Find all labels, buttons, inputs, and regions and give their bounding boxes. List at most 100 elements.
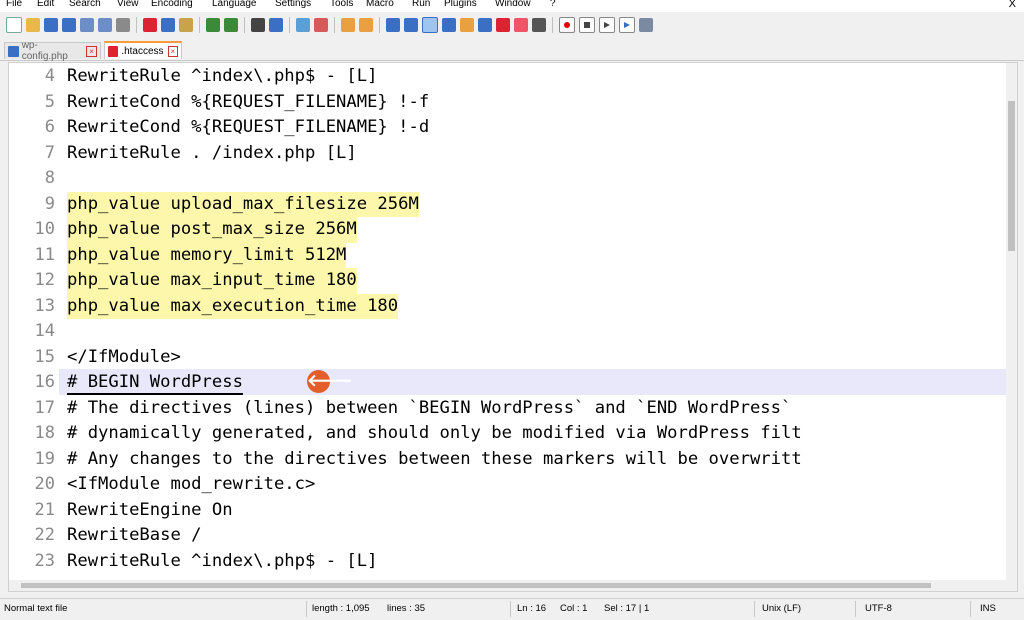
code-line[interactable]: RewriteRule ^index\.php$ - [L] — [67, 549, 377, 575]
new-file-icon[interactable] — [6, 17, 22, 33]
sync-horizontal-icon[interactable] — [359, 18, 373, 32]
menu-settings[interactable]: Settings — [275, 0, 311, 10]
zoom-out-icon[interactable] — [314, 18, 328, 32]
user-language-icon[interactable] — [442, 18, 456, 32]
line-number: 7 — [44, 142, 55, 163]
menu-file[interactable]: File — [6, 0, 22, 10]
line-number-gutter: 4 5 6 7 8 9 10 11 12 13 14 15 16 17 18 1… — [9, 63, 59, 591]
menu-encoding[interactable]: Encoding — [151, 0, 193, 10]
status-eol[interactable]: Unix (LF) — [762, 603, 801, 614]
folder-workspace-icon[interactable] — [496, 18, 510, 32]
menu-tools[interactable]: Tools — [330, 0, 353, 10]
status-lines: lines : 35 — [387, 603, 426, 614]
print-icon[interactable] — [116, 18, 130, 32]
close-all-icon[interactable] — [98, 18, 112, 32]
code-line-highlighted[interactable]: php_value max_input_time 180 — [67, 268, 357, 294]
save-all-icon[interactable] — [62, 18, 76, 32]
close-file-icon[interactable] — [80, 18, 94, 32]
code-line[interactable]: RewriteEngine On — [67, 498, 233, 524]
code-line[interactable]: RewriteBase / — [67, 523, 202, 549]
undo-icon[interactable] — [206, 18, 220, 32]
close-icon[interactable]: X — [1009, 0, 1016, 10]
close-tab-icon[interactable]: × — [86, 45, 97, 57]
line-number: 17 — [34, 397, 55, 418]
file-icon — [108, 45, 119, 57]
word-wrap-icon[interactable] — [386, 18, 400, 32]
status-line-number: Ln : 16 — [517, 603, 547, 614]
zoom-in-icon[interactable] — [296, 18, 310, 32]
tab-label: .htaccess — [121, 45, 164, 57]
line-number: 23 — [34, 550, 55, 571]
document-map-icon[interactable] — [460, 18, 474, 32]
cut-icon[interactable] — [143, 18, 157, 32]
code-line-highlighted[interactable]: php_value max_execution_time 180 — [67, 293, 399, 319]
code-line-highlighted[interactable]: php_value upload_max_filesize 256M — [67, 191, 419, 217]
code-line-highlighted[interactable]: php_value post_max_size 256M — [67, 217, 357, 243]
status-insert-mode[interactable]: INS — [980, 603, 996, 614]
scroll-thumb[interactable] — [21, 583, 931, 588]
find-icon[interactable] — [251, 18, 265, 32]
close-tab-icon[interactable]: × — [167, 45, 178, 57]
menu-run[interactable]: Run — [412, 0, 430, 10]
play-macro-icon[interactable] — [599, 17, 615, 33]
menu-plugins[interactable]: Plugins — [444, 0, 477, 10]
toolbar-separator — [289, 17, 290, 33]
code-line[interactable]: RewriteRule . /index.php [L] — [67, 141, 357, 167]
code-line[interactable]: # The directives (lines) between `BEGIN … — [67, 396, 791, 422]
tab-htaccess[interactable]: .htaccess × — [104, 41, 182, 59]
code-line[interactable]: RewriteCond %{REQUEST_FILENAME} !-f — [67, 90, 429, 116]
monitor-icon[interactable] — [532, 18, 546, 32]
save-icon[interactable] — [44, 18, 58, 32]
code-line[interactable]: </IfModule> — [67, 345, 181, 371]
open-file-icon[interactable] — [26, 18, 40, 32]
status-divider — [754, 601, 755, 617]
line-number: 4 — [44, 66, 55, 86]
menu-window[interactable]: Window — [495, 0, 531, 10]
menu-view[interactable]: View — [117, 0, 139, 10]
status-divider — [306, 601, 307, 617]
stop-record-icon[interactable] — [579, 17, 595, 33]
code-line-highlighted[interactable]: php_value memory_limit 512M — [67, 242, 347, 268]
line-number: 9 — [44, 193, 55, 214]
paste-icon[interactable] — [179, 18, 193, 32]
run-macro-multiple-icon[interactable] — [619, 17, 635, 33]
line-number: 5 — [44, 91, 55, 112]
status-encoding[interactable]: UTF-8 — [865, 603, 892, 614]
scroll-thumb[interactable] — [1008, 101, 1015, 251]
menu-macro[interactable]: Macro — [366, 0, 394, 10]
horizontal-scrollbar[interactable] — [9, 580, 1006, 591]
copy-icon[interactable] — [161, 18, 175, 32]
code-line[interactable]: RewriteCond %{REQUEST_FILENAME} !-d — [67, 115, 429, 141]
menu-help[interactable]: ? — [550, 0, 556, 10]
function-list-icon[interactable] — [478, 18, 492, 32]
tab-wp-config[interactable]: wp-config.php × — [4, 40, 101, 62]
code-line[interactable]: # dynamically generated, and should only… — [67, 421, 802, 447]
line-number: 15 — [34, 346, 55, 367]
sync-vertical-icon[interactable] — [341, 18, 355, 32]
doc-switcher-icon[interactable] — [514, 18, 528, 32]
redo-icon[interactable] — [224, 18, 238, 32]
vertical-scrollbar[interactable] — [1006, 63, 1017, 591]
code-line[interactable]: # Any changes to the directives between … — [67, 447, 802, 473]
status-divider — [970, 601, 971, 617]
line-number: 19 — [34, 448, 55, 469]
arrow-left-icon: 🡐 — [307, 370, 353, 393]
toolbar-separator — [552, 17, 553, 33]
save-macro-icon[interactable] — [639, 18, 653, 32]
menu-search[interactable]: Search — [69, 0, 101, 10]
toolbar-separator — [136, 17, 137, 33]
code-line[interactable]: <IfModule mod_rewrite.c> — [67, 472, 315, 498]
record-macro-icon[interactable] — [559, 17, 575, 33]
indent-guide-icon[interactable] — [422, 17, 438, 33]
menu-language[interactable]: Language — [212, 0, 257, 10]
line-number: 22 — [34, 525, 55, 545]
menu-edit[interactable]: Edit — [37, 0, 54, 10]
replace-icon[interactable] — [269, 18, 283, 32]
show-all-chars-icon[interactable] — [404, 18, 418, 32]
editor[interactable]: 4 5 6 7 8 9 10 11 12 13 14 15 16 17 18 1… — [8, 62, 1018, 592]
code-line[interactable]: RewriteRule ^index\.php$ - [L] — [67, 64, 377, 90]
status-bar: Normal text file length : 1,095 lines : … — [0, 598, 1024, 620]
code-line-selected[interactable]: # BEGIN WordPress — [67, 370, 243, 395]
toolbar — [0, 12, 1024, 38]
line-number: 6 — [44, 117, 55, 137]
